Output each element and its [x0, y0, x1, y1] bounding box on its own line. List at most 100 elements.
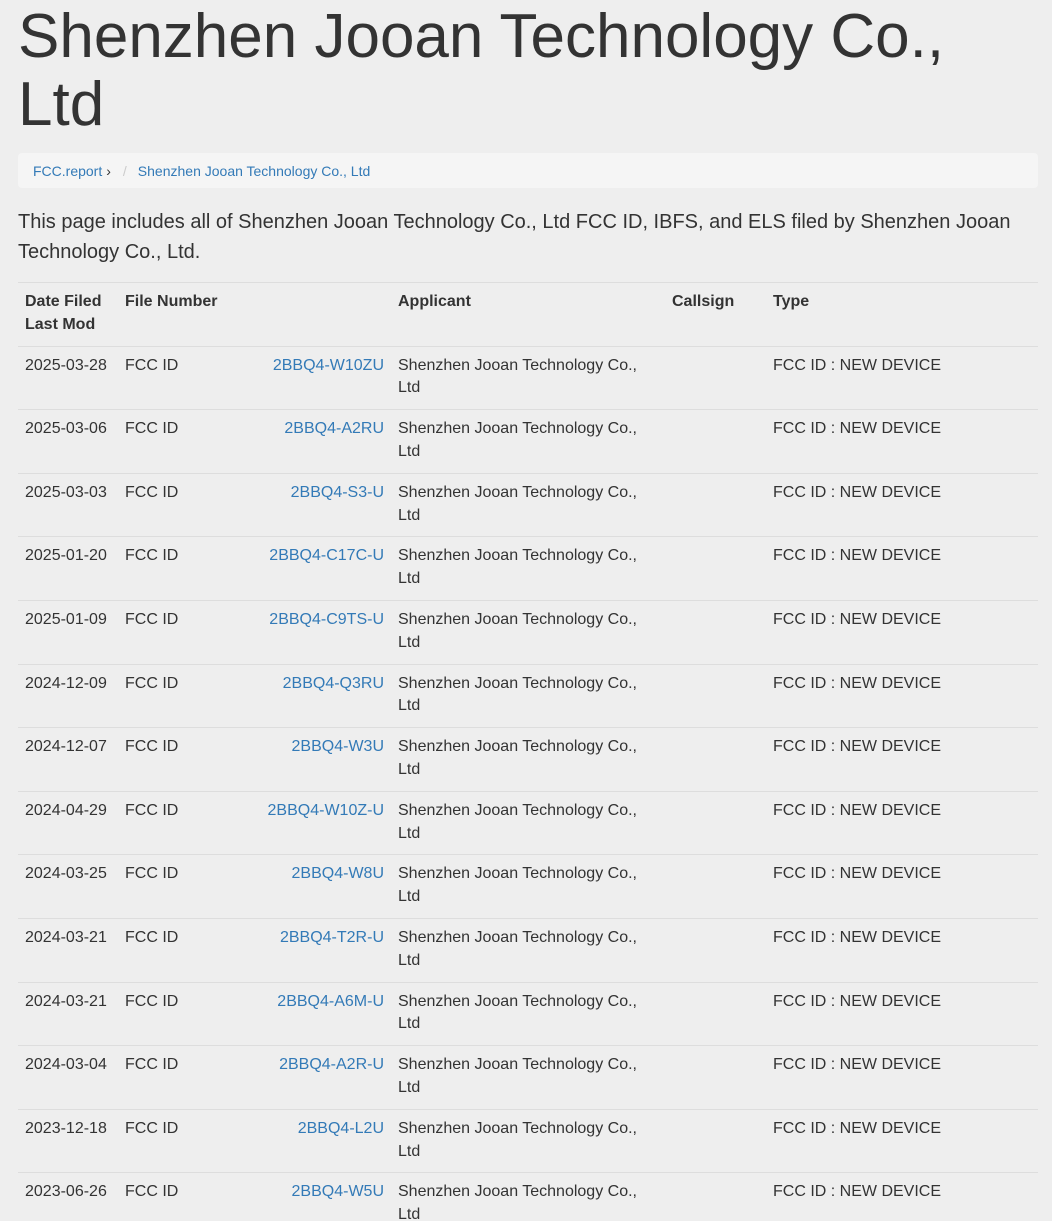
- row-callsign: [665, 1045, 766, 1110]
- row-type: FCC ID : NEW DEVICE: [766, 1109, 1038, 1174]
- breadcrumb-current-link[interactable]: Shenzhen Jooan Technology Co., Ltd: [138, 163, 370, 179]
- row-date: 2025-03-03: [18, 473, 118, 538]
- row-applicant: Shenzhen Jooan Technology Co., Ltd: [391, 409, 665, 474]
- header-last-mod: Last Mod: [25, 315, 96, 333]
- row-date: 2023-06-26: [18, 1172, 118, 1221]
- row-file-link[interactable]: 2BBQ4-A6M-U: [277, 993, 384, 1010]
- row-type: FCC ID : NEW DEVICE: [766, 664, 1038, 729]
- row-applicant: Shenzhen Jooan Technology Co., Ltd: [391, 1109, 665, 1174]
- row-date: 2024-03-21: [18, 982, 118, 1047]
- row-file-kind: FCC ID: [125, 992, 179, 1010]
- row-file-kind: FCC ID: [125, 738, 179, 756]
- table-row: 2024-03-04 FCC ID 2BBQ4-A2R-U Shenzhen Jooa…: [18, 1045, 1038, 1110]
- row-type: FCC ID : NEW DEVICE: [766, 1045, 1038, 1110]
- row-file-link[interactable]: 2BBQ4-A2R-U: [279, 1056, 384, 1073]
- row-date: 2023-12-18: [18, 1109, 118, 1174]
- row-file-number: FCC ID 2BBQ4-L2U: [118, 1109, 391, 1174]
- table-row: 2024-03-25 FCC ID 2BBQ4-W8U Shenzhen Jooan …: [18, 854, 1038, 919]
- breadcrumb-arrow: ›: [106, 162, 111, 179]
- row-date: 2024-12-09: [18, 664, 118, 729]
- row-callsign: [665, 409, 766, 474]
- row-date: 2025-01-20: [18, 536, 118, 601]
- breadcrumb: FCC.report › / Shenzhen Jooan Technology…: [18, 153, 1038, 188]
- table-body: 2025-03-28 FCC ID 2BBQ4-W10ZU Shenzhen Jooa…: [18, 346, 1038, 1221]
- table-row: 2023-06-26 FCC ID 2BBQ4-W5U Shenzhen Jooan …: [18, 1172, 1038, 1221]
- row-callsign: [665, 664, 766, 729]
- row-applicant: Shenzhen Jooan Technology Co., Ltd: [391, 1045, 665, 1110]
- row-applicant: Shenzhen Jooan Technology Co., Ltd: [391, 600, 665, 665]
- row-file-link[interactable]: 2BBQ4-W10ZU: [273, 357, 384, 374]
- row-file-kind: FCC ID: [125, 865, 179, 883]
- table-row: 2025-01-09 FCC ID 2BBQ4-C9TS-U Shenzhen Joo…: [18, 600, 1038, 665]
- row-applicant: Shenzhen Jooan Technology Co., Ltd: [391, 1172, 665, 1221]
- page-container: Shenzhen Jooan Technology Co., Ltd FCC.r…: [18, 0, 1038, 1221]
- table-row: 2025-01-20 FCC ID 2BBQ4-C17C-U Shenzhen Joo…: [18, 536, 1038, 601]
- header-type: Type: [766, 282, 1038, 347]
- row-file-link[interactable]: 2BBQ4-C17C-U: [269, 547, 384, 564]
- row-file-number: FCC ID 2BBQ4-C17C-U: [118, 536, 391, 601]
- row-file-kind: FCC ID: [125, 356, 179, 374]
- row-file-link[interactable]: 2BBQ4-T2R-U: [280, 929, 384, 946]
- row-file-number: FCC ID 2BBQ4-S3-U: [118, 473, 391, 538]
- row-file-link[interactable]: 2BBQ4-W3U: [292, 738, 384, 755]
- row-file-number: FCC ID 2BBQ4-T2R-U: [118, 918, 391, 983]
- row-date: 2024-03-25: [18, 854, 118, 919]
- row-file-number: FCC ID 2BBQ4-A2R-U: [118, 1045, 391, 1110]
- row-callsign: [665, 536, 766, 601]
- row-applicant: Shenzhen Jooan Technology Co., Ltd: [391, 473, 665, 538]
- row-date: 2025-03-28: [18, 346, 118, 411]
- row-file-link[interactable]: 2BBQ4-W10Z-U: [268, 802, 384, 819]
- row-file-number: FCC ID 2BBQ4-W10ZU: [118, 346, 391, 411]
- row-applicant: Shenzhen Jooan Technology Co., Ltd: [391, 727, 665, 792]
- row-callsign: [665, 1109, 766, 1174]
- row-file-kind: FCC ID: [125, 420, 179, 438]
- row-date: 2024-03-21: [18, 918, 118, 983]
- row-type: FCC ID : NEW DEVICE: [766, 409, 1038, 474]
- table-header-row: Date Filed Last Mod File Number Applicant…: [18, 282, 1038, 347]
- table-row: 2025-03-28 FCC ID 2BBQ4-W10ZU Shenzhen Jooa…: [18, 346, 1038, 411]
- row-file-kind: FCC ID: [125, 801, 179, 819]
- filings-table: Date Filed Last Mod File Number Applicant…: [18, 282, 1038, 1221]
- row-type: FCC ID : NEW DEVICE: [766, 600, 1038, 665]
- row-file-number: FCC ID 2BBQ4-W10Z-U: [118, 791, 391, 856]
- row-file-link[interactable]: 2BBQ4-A2RU: [284, 420, 384, 437]
- row-callsign: [665, 346, 766, 411]
- row-file-link[interactable]: 2BBQ4-W5U: [292, 1183, 384, 1200]
- row-applicant: Shenzhen Jooan Technology Co., Ltd: [391, 536, 665, 601]
- row-date: 2025-01-09: [18, 600, 118, 665]
- row-date: 2024-04-29: [18, 791, 118, 856]
- row-file-number: FCC ID 2BBQ4-Q3RU: [118, 664, 391, 729]
- row-file-kind: FCC ID: [125, 1183, 179, 1201]
- row-file-number: FCC ID 2BBQ4-W5U: [118, 1172, 391, 1221]
- row-date: 2025-03-06: [18, 409, 118, 474]
- table-row: 2025-03-06 FCC ID 2BBQ4-A2RU Shenzhen Jooan…: [18, 409, 1038, 474]
- row-type: FCC ID : NEW DEVICE: [766, 727, 1038, 792]
- row-type: FCC ID : NEW DEVICE: [766, 791, 1038, 856]
- breadcrumb-separator: /: [122, 162, 127, 179]
- row-file-link[interactable]: 2BBQ4-L2U: [298, 1120, 384, 1137]
- row-file-kind: FCC ID: [125, 547, 179, 565]
- row-callsign: [665, 1172, 766, 1221]
- header-callsign: Callsign: [665, 282, 766, 347]
- row-file-link[interactable]: 2BBQ4-Q3RU: [283, 675, 384, 692]
- breadcrumb-home-link[interactable]: FCC.report: [33, 163, 102, 179]
- row-callsign: [665, 727, 766, 792]
- header-date: Date Filed Last Mod: [18, 282, 118, 347]
- row-date: 2024-03-04: [18, 1045, 118, 1110]
- row-file-kind: FCC ID: [125, 1056, 179, 1074]
- table-row: 2023-12-18 FCC ID 2BBQ4-L2U Shenzhen Jooan …: [18, 1109, 1038, 1174]
- row-file-number: FCC ID 2BBQ4-C9TS-U: [118, 600, 391, 665]
- row-type: FCC ID : NEW DEVICE: [766, 854, 1038, 919]
- row-file-link[interactable]: 2BBQ4-C9TS-U: [269, 611, 384, 628]
- row-applicant: Shenzhen Jooan Technology Co., Ltd: [391, 346, 665, 411]
- row-callsign: [665, 791, 766, 856]
- row-applicant: Shenzhen Jooan Technology Co., Ltd: [391, 664, 665, 729]
- page-title: Shenzhen Jooan Technology Co., Ltd: [18, 2, 945, 139]
- row-file-number: FCC ID 2BBQ4-W8U: [118, 854, 391, 919]
- row-file-link[interactable]: 2BBQ4-S3-U: [291, 484, 384, 501]
- row-type: FCC ID : NEW DEVICE: [766, 982, 1038, 1047]
- row-type: FCC ID : NEW DEVICE: [766, 473, 1038, 538]
- table-row: 2024-03-21 FCC ID 2BBQ4-A6M-U Shenzhen Jooa…: [18, 982, 1038, 1047]
- row-file-link[interactable]: 2BBQ4-W8U: [292, 865, 384, 882]
- row-callsign: [665, 854, 766, 919]
